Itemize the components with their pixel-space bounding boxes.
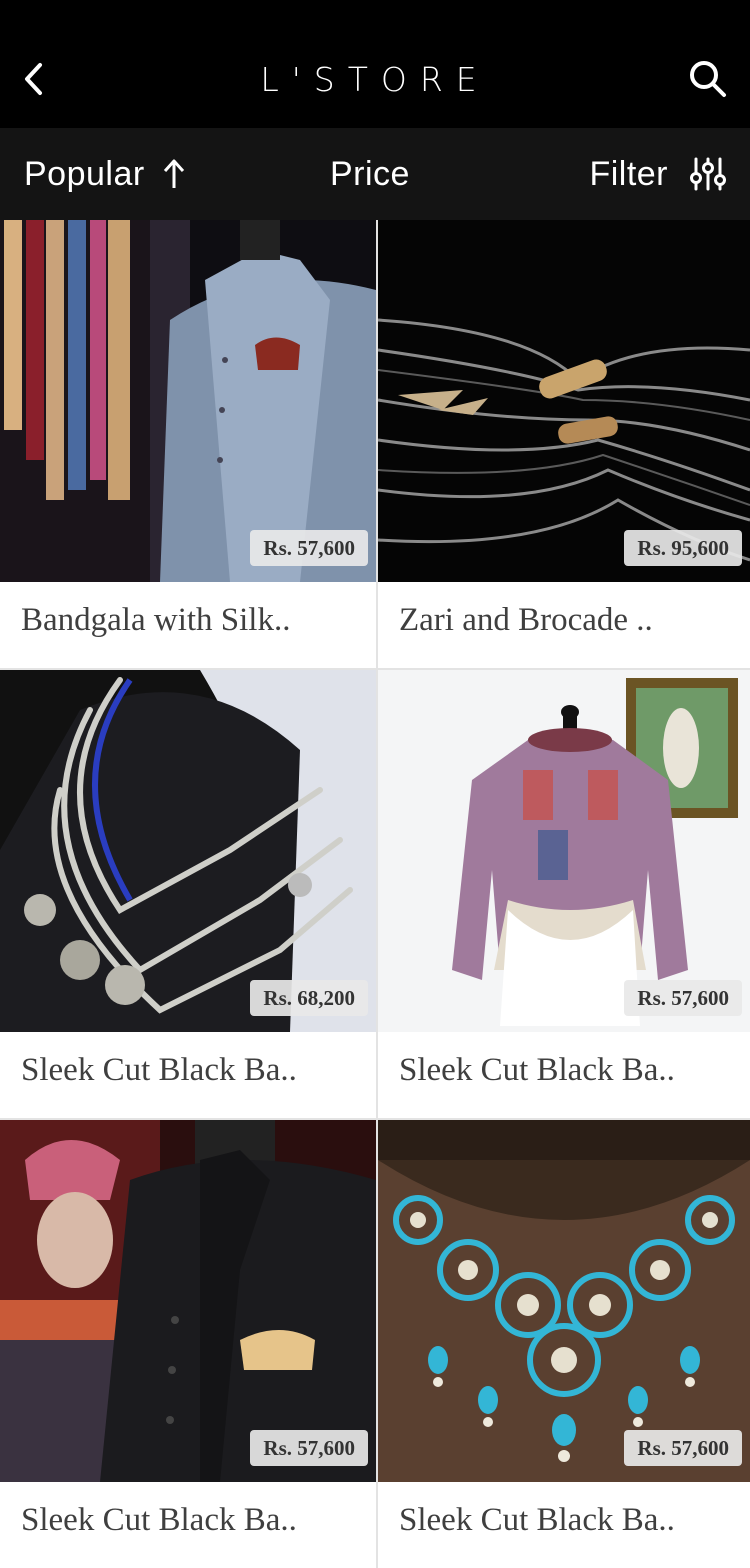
- sort-popular-label: Popular: [24, 154, 145, 193]
- product-image: [378, 670, 750, 1032]
- price-badge: Rs. 57,600: [250, 530, 368, 566]
- back-button[interactable]: [14, 56, 54, 102]
- product-image: [0, 670, 376, 1032]
- sort-bar: Popular Price Filter: [0, 128, 750, 220]
- price-badge: Rs. 57,600: [250, 1430, 368, 1466]
- price-badge: Rs. 68,200: [250, 980, 368, 1016]
- logo-text: L'STORE: [260, 59, 490, 99]
- price-badge: Rs. 95,600: [624, 530, 742, 566]
- product-card[interactable]: Rs. 95,600 Zari and Brocade ..: [378, 220, 750, 668]
- price-badge: Rs. 57,600: [624, 980, 742, 1016]
- filter-button[interactable]: Filter: [589, 150, 726, 198]
- chevron-left-icon: [25, 63, 42, 95]
- product-grid: Rs. 57,600 Bandgala with Silk.. Rs. 95,6…: [0, 220, 750, 1568]
- filter-label: Filter: [589, 154, 668, 193]
- product-title: Zari and Brocade ..: [399, 602, 653, 638]
- product-image: [378, 1120, 750, 1482]
- product-title: Sleek Cut Black Ba..: [399, 1502, 675, 1538]
- arrow-up-icon: [163, 159, 184, 188]
- product-card[interactable]: Rs. 57,600 Sleek Cut Black Ba..: [378, 670, 750, 1118]
- sort-popular-button[interactable]: Popular: [24, 150, 185, 198]
- price-badge: Rs. 57,600: [624, 1430, 742, 1466]
- sort-price-label: Price: [330, 154, 410, 193]
- product-image: [378, 220, 750, 582]
- product-image: [0, 1120, 376, 1482]
- product-title: Sleek Cut Black Ba..: [399, 1052, 675, 1088]
- product-image: [0, 220, 376, 582]
- product-title: Sleek Cut Black Ba..: [21, 1052, 297, 1088]
- sliders-icon: [690, 157, 726, 191]
- search-icon: [690, 61, 726, 97]
- search-button[interactable]: [682, 54, 734, 104]
- product-card[interactable]: Rs. 57,600 Bandgala with Silk..: [0, 220, 376, 668]
- product-title: Sleek Cut Black Ba..: [21, 1502, 297, 1538]
- sort-price-button[interactable]: Price: [330, 150, 410, 198]
- product-card[interactable]: Rs. 57,600 Sleek Cut Black Ba..: [0, 1120, 376, 1568]
- app-header: L'STORE: [0, 0, 750, 128]
- product-card[interactable]: Rs. 68,200 Sleek Cut Black Ba..: [0, 670, 376, 1118]
- product-card[interactable]: Rs. 57,600 Sleek Cut Black Ba..: [378, 1120, 750, 1568]
- store-logo[interactable]: L'STORE: [250, 56, 500, 102]
- product-title: Bandgala with Silk..: [21, 602, 291, 638]
